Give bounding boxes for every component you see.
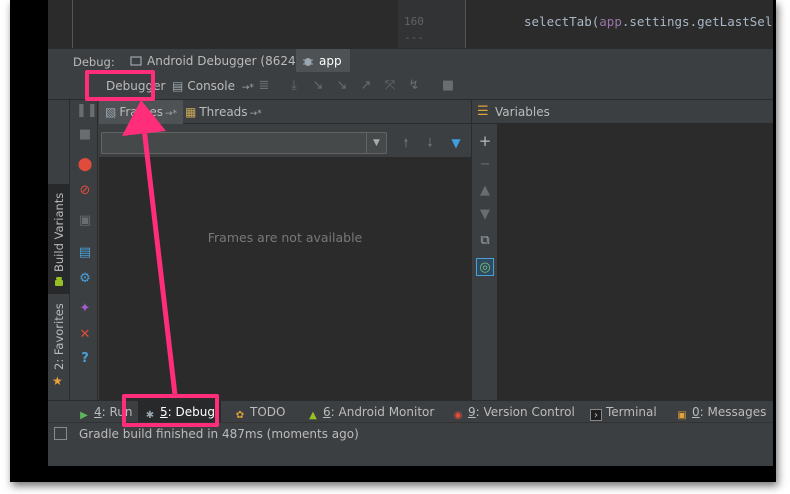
callout-arrow <box>122 100 178 398</box>
